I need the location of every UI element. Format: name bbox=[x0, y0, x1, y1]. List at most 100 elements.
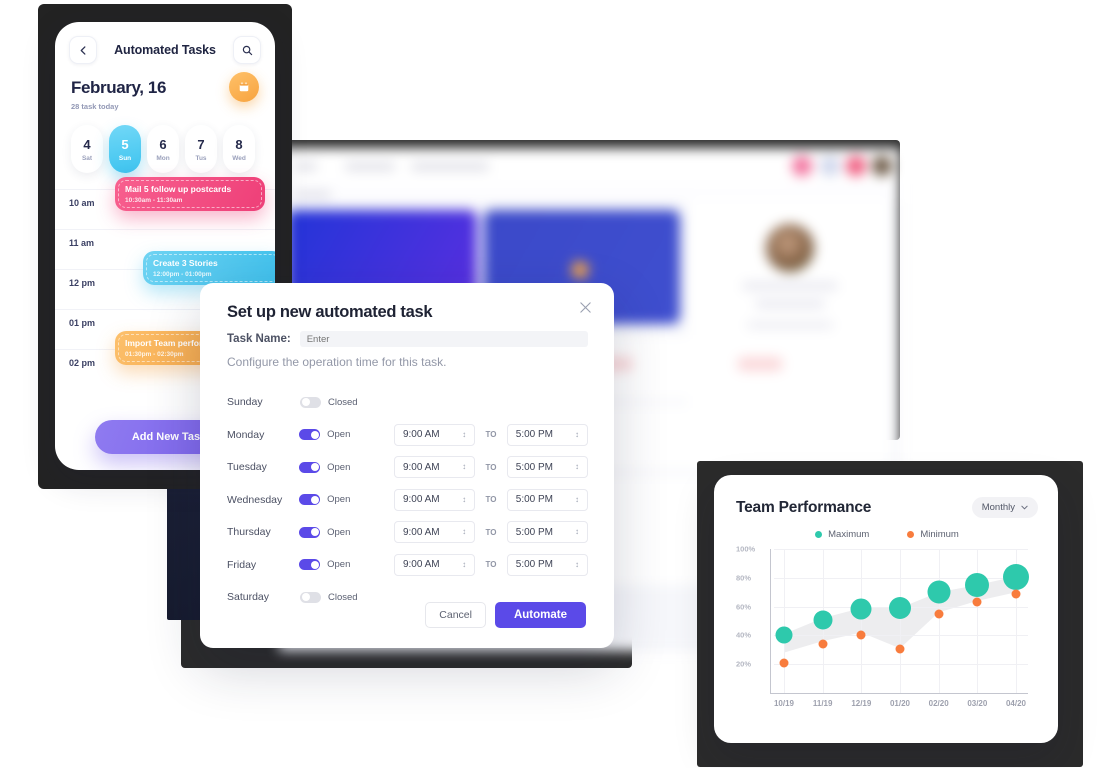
day-name: Mon bbox=[156, 154, 170, 162]
time-value: 5:00 PM bbox=[515, 526, 554, 538]
stepper-icon: ↕ bbox=[462, 494, 467, 504]
day-label: Wednesday bbox=[227, 493, 283, 506]
data-point bbox=[927, 580, 951, 604]
toggle-label: Open bbox=[327, 526, 351, 538]
x-axis-tick: 01/20 bbox=[889, 699, 911, 708]
data-point bbox=[972, 597, 982, 607]
time-to-select[interactable]: 5:00 PM ↕ bbox=[506, 456, 588, 479]
legend-label: Maximum bbox=[828, 529, 870, 540]
stepper-icon: ↕ bbox=[574, 429, 579, 439]
task-card[interactable]: Create 3 Stories 12:00pm - 01:00pm bbox=[143, 251, 275, 285]
open-toggle[interactable]: Closed bbox=[300, 591, 396, 603]
toggle-switch[interactable] bbox=[299, 526, 321, 538]
time-from-select[interactable]: 9:00 AM ↕ bbox=[393, 553, 476, 576]
to-label: TO bbox=[485, 495, 497, 505]
slot-label: 11 am bbox=[69, 238, 95, 248]
phone-header: Automated Tasks bbox=[55, 22, 275, 70]
toggle-switch[interactable] bbox=[299, 461, 321, 473]
close-button[interactable] bbox=[579, 301, 592, 319]
legend-dot bbox=[815, 531, 823, 538]
day-label: Tuesday bbox=[227, 461, 267, 474]
day-label: Friday bbox=[227, 558, 257, 571]
y-axis-tick: 100% bbox=[736, 544, 756, 554]
day-label: Thursday bbox=[227, 526, 271, 539]
toggle-switch[interactable] bbox=[300, 396, 321, 408]
automated-task-modal: Set up new automated task Task Name: Con… bbox=[200, 283, 614, 648]
toggle-switch[interactable] bbox=[300, 591, 321, 603]
day-number: 5 bbox=[121, 136, 129, 152]
schedule-row: Monday Open 9:00 AM ↕ TO 5:00 PM ↕ bbox=[227, 419, 588, 452]
time-to-select[interactable]: 5:00 PM ↕ bbox=[506, 521, 588, 544]
time-to-select[interactable]: 5:00 PM ↕ bbox=[506, 488, 588, 511]
data-point bbox=[813, 610, 833, 630]
task-name-input[interactable] bbox=[299, 331, 588, 347]
x-axis-tick: 04/20 bbox=[1005, 699, 1027, 708]
legend-item-minimum: Minimum bbox=[907, 529, 959, 540]
day-chip-4[interactable]: 4 Sat bbox=[71, 125, 103, 173]
task-name-label: Task Name: bbox=[227, 333, 291, 345]
time-from-select[interactable]: 9:00 AM ↕ bbox=[393, 521, 476, 544]
search-button[interactable] bbox=[233, 36, 261, 64]
toggle-label: Open bbox=[327, 559, 351, 571]
grid-line bbox=[774, 635, 1028, 637]
day-number: 8 bbox=[235, 136, 243, 152]
task-card[interactable]: Mail 5 follow up postcards 10:30am - 11:… bbox=[115, 177, 265, 211]
legend-dot bbox=[907, 531, 915, 538]
calendar-icon bbox=[239, 82, 249, 92]
time-value: 9:00 AM bbox=[402, 559, 440, 571]
period-dropdown[interactable]: Monthly bbox=[971, 497, 1038, 518]
time-value: 5:00 PM bbox=[515, 494, 554, 506]
schedule-rows: Sunday Closed Monday Open 9:00 AM ↕ TO 5:00 PM ↕… bbox=[227, 386, 588, 614]
day-label: Sunday bbox=[227, 396, 263, 409]
stepper-icon: ↕ bbox=[574, 559, 579, 569]
toggle-knob bbox=[301, 398, 310, 407]
modal-description: Configure the operation time for this ta… bbox=[227, 355, 447, 369]
data-point bbox=[1003, 564, 1029, 591]
day-chip-7[interactable]: 7 Tus bbox=[185, 125, 217, 173]
time-to-select[interactable]: 5:00 PM ↕ bbox=[506, 423, 588, 446]
toggle-switch[interactable] bbox=[299, 494, 321, 506]
screenshot-canvas: Automated Tasks February, 16 28 task tod… bbox=[0, 0, 1112, 768]
day-chip-5[interactable]: 5 Sun bbox=[109, 125, 141, 173]
schedule-row: Thursday Open 9:00 AM ↕ TO 5:00 PM ↕ bbox=[227, 516, 588, 549]
day-name: Tus bbox=[195, 154, 207, 162]
day-chip-8[interactable]: 8 Wed bbox=[223, 125, 255, 173]
open-toggle[interactable]: Open bbox=[299, 559, 394, 571]
toggle-switch[interactable] bbox=[299, 559, 321, 571]
time-from-select[interactable]: 9:00 AM ↕ bbox=[393, 423, 476, 446]
toggle-knob bbox=[310, 495, 319, 504]
automate-button[interactable]: Automate bbox=[494, 602, 586, 628]
period-dropdown-label: Monthly bbox=[981, 502, 1015, 513]
data-point bbox=[775, 626, 793, 644]
open-toggle[interactable]: Closed bbox=[300, 396, 396, 408]
phone-title: Automated Tasks bbox=[114, 43, 216, 57]
stepper-icon: ↕ bbox=[574, 527, 579, 537]
phone-date-section: February, 16 28 task today bbox=[55, 70, 275, 113]
open-toggle[interactable]: Open bbox=[299, 526, 394, 538]
slot-label: 01 pm bbox=[69, 318, 96, 328]
open-toggle[interactable]: Open bbox=[299, 494, 394, 506]
calendar-button[interactable] bbox=[229, 72, 259, 102]
open-toggle[interactable]: Open bbox=[299, 429, 394, 441]
stepper-icon: ↕ bbox=[574, 494, 579, 504]
toggle-knob bbox=[310, 528, 319, 537]
grid-line bbox=[774, 664, 1028, 666]
slot-label: 10 am bbox=[69, 198, 95, 208]
data-point bbox=[889, 597, 911, 620]
cancel-button[interactable]: Cancel bbox=[425, 602, 486, 628]
day-chip-6[interactable]: 6 Mon bbox=[147, 125, 179, 173]
y-axis-tick: 60% bbox=[736, 602, 752, 612]
time-from-select[interactable]: 9:00 AM ↕ bbox=[393, 456, 476, 479]
time-to-select[interactable]: 5:00 PM ↕ bbox=[506, 553, 588, 576]
toggle-switch[interactable] bbox=[299, 429, 321, 441]
chart-legend: Maximum Minimum bbox=[736, 529, 1038, 540]
y-axis-tick: 40% bbox=[736, 630, 752, 640]
time-from-select[interactable]: 9:00 AM ↕ bbox=[393, 488, 476, 511]
day-selector[interactable]: 4 Sat 5 Sun 6 Mon 7 Tus 8 Wed bbox=[55, 113, 275, 183]
back-button[interactable] bbox=[69, 36, 97, 64]
team-performance-card: Team Performance Monthly Maximum Minimum… bbox=[714, 475, 1058, 743]
day-number: 4 bbox=[83, 136, 91, 152]
chevron-left-icon bbox=[80, 45, 85, 55]
open-toggle[interactable]: Open bbox=[299, 461, 394, 473]
search-icon bbox=[242, 45, 252, 55]
